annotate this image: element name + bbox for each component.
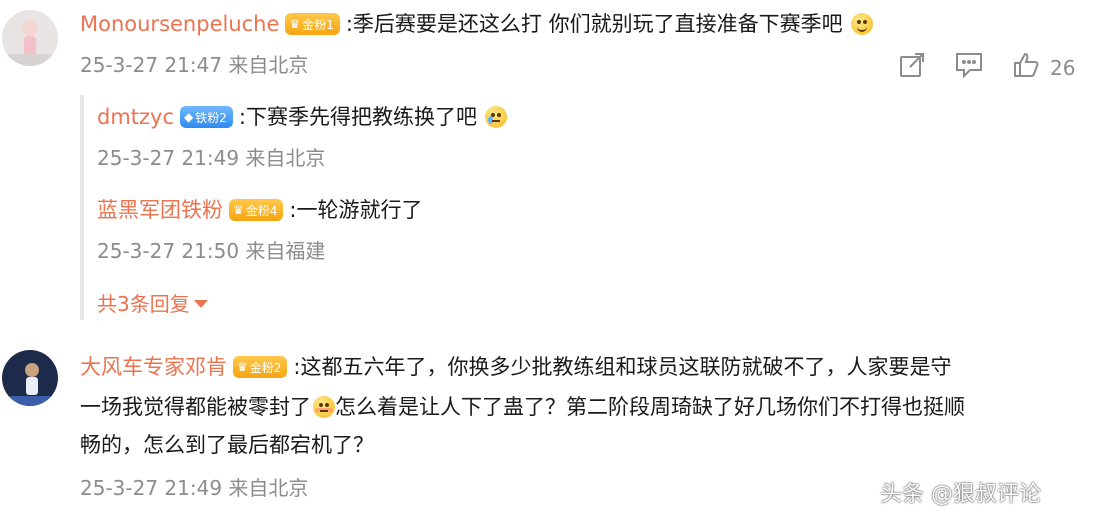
comment-icon[interactable]: [954, 51, 984, 79]
comment-text-line2a: 一场我觉得都能被零封了: [80, 395, 311, 419]
like-icon[interactable]: [1012, 51, 1040, 79]
comment-text-line1: :这都五六年了，你换多少批教练组和球员这联防就破不了，人家要是守: [293, 355, 952, 379]
username[interactable]: 大风车专家邓肯: [80, 353, 227, 381]
reply-timestamp: 25-3-27 21:49 来自北京: [97, 146, 326, 170]
fan-badge-icon: ♛: [237, 360, 248, 374]
comment-text-line2b: 怎么着是让人下了蛊了？第二阶段周琦缺了好几场你们不打得也挺顺: [335, 395, 965, 419]
comment-text-line3: 畅的，怎么到了最后都宕机了？: [80, 433, 374, 457]
watermark: 头条 @狠叔评论: [880, 482, 1041, 507]
caret-down-icon: [193, 300, 208, 308]
comment-timestamp: 25-3-27 21:49 来自北京: [80, 476, 309, 500]
cry-emoji: [484, 106, 507, 128]
like-count: 26: [1050, 56, 1076, 80]
share-icon[interactable]: [898, 51, 926, 79]
comment-timestamp: 25-3-27 21:47 来自北京: [80, 53, 309, 77]
comment-text: :季后赛要是还这么打 你们就别玩了直接准备下赛季吧: [345, 12, 843, 36]
fan-badge-icon: ♛: [289, 17, 301, 31]
avatar[interactable]: [2, 10, 58, 66]
fan-badge-label: 铁粉2: [195, 110, 227, 125]
reply-thread-divider: [80, 95, 84, 320]
fan-badge-label: 金粉4: [245, 203, 278, 218]
fan-badge-icon: ♛: [233, 203, 244, 217]
reply-text: :下赛季先得把教练换了吧: [238, 105, 477, 129]
reply-username[interactable]: dmtzyc: [97, 103, 174, 131]
fan-badge-label: 金粉1: [302, 17, 334, 32]
shy-emoji: [313, 396, 335, 418]
fan-badge[interactable]: ♛ 金粉4: [229, 199, 284, 221]
more-replies-link[interactable]: 共3条回复: [97, 290, 208, 318]
fan-badge-icon: ◆: [184, 110, 194, 124]
fan-badge[interactable]: ♛ 金粉2: [233, 356, 288, 378]
more-replies-label: 共3条回复: [97, 292, 190, 316]
fan-badge[interactable]: ♛ 金粉1: [285, 13, 340, 35]
smile-emoji: [850, 13, 873, 35]
reply-username[interactable]: 蓝黑军团铁粉: [97, 196, 223, 224]
fan-badge[interactable]: ◆ 铁粉2: [180, 106, 233, 128]
fan-badge-label: 金粉2: [249, 360, 282, 375]
reply-timestamp: 25-3-27 21:50 来自福建: [97, 239, 326, 263]
avatar[interactable]: [2, 350, 58, 406]
reply-text: :一轮游就行了: [289, 198, 423, 222]
username[interactable]: Monoursenpeluche: [80, 10, 279, 38]
